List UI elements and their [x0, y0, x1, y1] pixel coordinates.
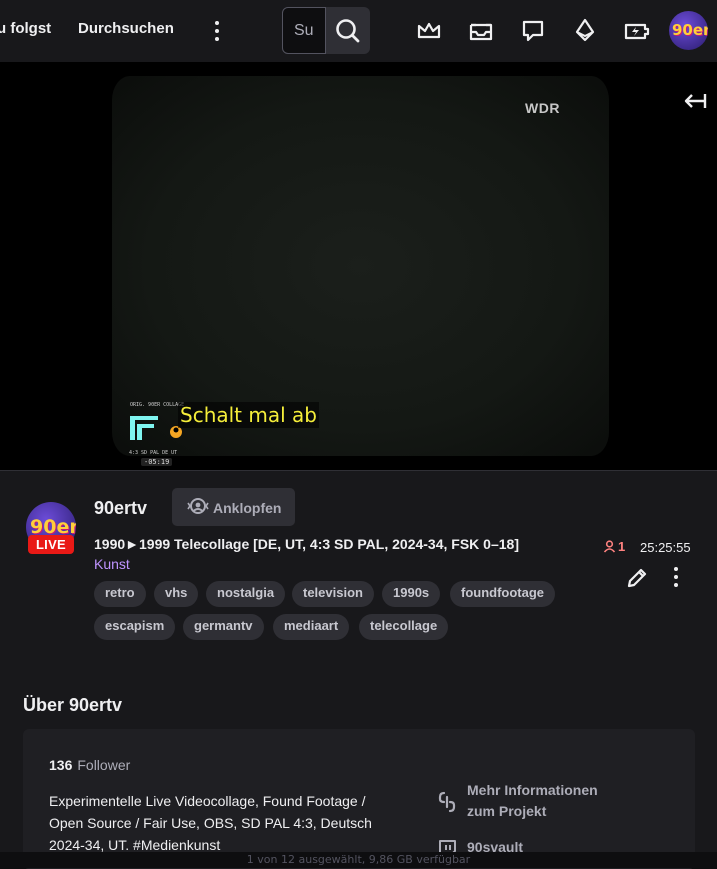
video-player[interactable]: WDR ORIG. 90ER COLLAGE 4:3 SD PAL DE UT … [0, 62, 717, 470]
inbox-icon[interactable] [467, 17, 495, 45]
search-icon [336, 19, 360, 43]
nav-browse-link[interactable]: Durchsuchen [78, 20, 174, 37]
tag-pill[interactable]: escapism [94, 614, 176, 640]
channel-name[interactable]: 90ertv [94, 498, 147, 519]
tag-pill[interactable]: vhs [154, 581, 199, 607]
tag-pill[interactable]: 1990s [382, 581, 441, 607]
overlay-meta: 4:3 SD PAL DE UT [129, 450, 178, 456]
overlay-time: -05:19 [141, 458, 173, 466]
knock-button-label: Anklopfen [213, 500, 282, 516]
subtitle-text: Schalt mal ab [178, 402, 319, 428]
knock-icon [187, 498, 209, 514]
stream-uptime: 25:25:55 [640, 540, 691, 555]
project-info-link-label: Mehr Informationen zum Projekt [467, 782, 598, 819]
broadcaster-watermark: WDR [525, 100, 560, 116]
link-chain-icon [438, 791, 456, 813]
more-menu-icon[interactable] [206, 16, 228, 46]
channel-info-section: 90er LIVE 90ertv Anklopfen 1990►1999 Tel… [0, 470, 717, 869]
top-nav-bar: u folgst Durchsuchen Su 90er [0, 0, 717, 62]
search-input[interactable]: Su [282, 7, 326, 54]
category-link[interactable]: Kunst [94, 556, 130, 572]
video-frame [112, 76, 609, 456]
viewer-count: 1 [603, 539, 625, 554]
tag-pill[interactable]: mediaart [273, 614, 350, 640]
crown-icon[interactable] [415, 17, 443, 45]
search-button[interactable] [326, 7, 370, 54]
follower-count: 136 Follower [49, 757, 130, 773]
tag-pill[interactable]: germantv [183, 614, 264, 640]
project-info-link[interactable]: Mehr Informationen zum Projekt [437, 780, 637, 824]
avatar-logo-text: 90er [672, 21, 708, 39]
stream-title: 1990►1999 Telecollage [DE, UT, 4:3 SD PA… [94, 536, 519, 552]
viewer-person-icon [603, 540, 616, 553]
tag-pill[interactable]: retro [94, 581, 146, 607]
system-status-bar: 1 von 12 ausgewählt, 9,86 GB verfügbar [0, 852, 717, 868]
follower-count-value: 136 [49, 757, 73, 773]
bits-icon[interactable] [571, 17, 599, 45]
channel-more-options-icon[interactable] [665, 563, 687, 591]
user-avatar[interactable]: 90er [669, 11, 708, 50]
tag-pill[interactable]: telecollage [359, 614, 449, 640]
overlay-caption: ORIG. 90ER COLLAGE [130, 402, 185, 408]
knock-button[interactable]: Anklopfen [172, 488, 295, 526]
about-panel: 136 Follower Experimentelle Live Videocol… [23, 729, 695, 869]
tag-pill[interactable]: television [292, 581, 374, 607]
about-heading: Über 90ertv [23, 695, 123, 715]
live-badge: LIVE [28, 535, 74, 554]
whispers-icon[interactable] [519, 17, 547, 45]
edit-pencil-icon[interactable] [624, 565, 650, 591]
collapse-arrow-icon[interactable] [682, 90, 708, 112]
tag-pill[interactable]: nostalgia [206, 581, 286, 607]
viewer-count-value: 1 [618, 539, 626, 554]
about-description: Experimentelle Live Videocollage, Found … [49, 793, 372, 853]
nav-following-link[interactable]: u folgst [0, 20, 51, 37]
follower-label: Follower [77, 757, 131, 773]
overlay-emblem-icon [130, 416, 182, 440]
prime-loot-icon[interactable] [623, 17, 651, 45]
tag-pill[interactable]: foundfootage [450, 581, 556, 607]
